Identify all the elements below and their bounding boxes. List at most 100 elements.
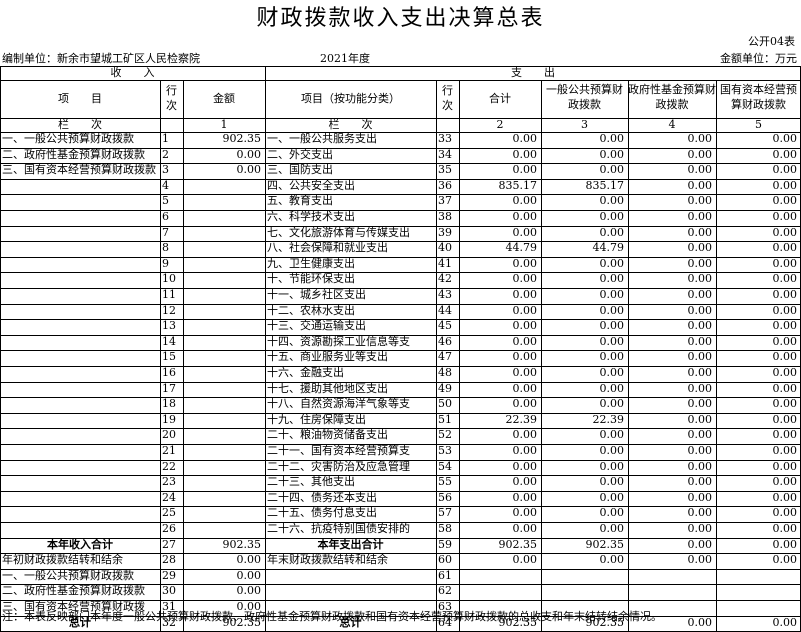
grid-line <box>0 179 801 180</box>
income-amount <box>183 428 265 444</box>
expense-line-no: 60 <box>438 553 452 567</box>
income-item: 一、一般公共预算财政拨款 <box>2 568 134 582</box>
income-line-no: 7 <box>162 225 169 239</box>
expense-total: 0.00 <box>512 288 538 301</box>
expense-item: 十九、住房保障支出 <box>267 412 366 426</box>
expense-total: 0.00 <box>512 147 538 161</box>
expense-total: 0.00 <box>512 225 538 239</box>
expense-total <box>459 584 541 600</box>
income-line-no: 14 <box>162 334 176 348</box>
expense-item: 四、公共安全支出 <box>267 178 355 192</box>
expense-section-header: 支 出 <box>511 66 555 79</box>
expense-general-budget: 0.00 <box>599 366 625 379</box>
grid-line <box>0 538 801 539</box>
grid-line <box>628 80 629 632</box>
expense-line-no: 58 <box>438 522 452 535</box>
grid-line <box>0 304 801 305</box>
column-label: 栏 次 <box>58 118 102 131</box>
income-amount <box>183 241 265 257</box>
grid-line <box>0 148 801 149</box>
expense-total: 0.00 <box>512 381 538 395</box>
expense-total: 835.17 <box>498 178 538 192</box>
income-line-no: 18 <box>162 397 176 411</box>
grid-line <box>0 272 801 273</box>
expense-item: 十一、城乡社区支出 <box>267 288 366 301</box>
expense-line-no: 42 <box>438 272 452 286</box>
grid-line <box>541 80 542 632</box>
expense-line-no: 37 <box>438 194 452 208</box>
expense-general-budget: 0.00 <box>599 490 625 504</box>
expense-total: 0.00 <box>512 428 538 442</box>
income-amount <box>183 506 265 522</box>
expense-soe-budget: 0.00 <box>772 475 798 489</box>
expense-total: 0.00 <box>512 132 538 145</box>
expense-total: 0.00 <box>512 475 538 489</box>
expense-total: 0.00 <box>512 444 538 457</box>
expense-item: 十二、农林水支出 <box>267 303 355 317</box>
expense-soe-budget: 0.00 <box>772 178 798 192</box>
grid-line <box>0 335 801 336</box>
expense-gov-fund: 0.00 <box>687 178 713 192</box>
grid-line <box>0 257 801 258</box>
expense-total: 0.00 <box>512 350 538 364</box>
expense-general-budget: 0.00 <box>599 522 625 535</box>
expense-soe-budget: 0.00 <box>772 272 798 286</box>
income-line-no: 23 <box>162 475 176 489</box>
income-line-no: 22 <box>162 459 176 473</box>
income-line-no: 8 <box>162 241 169 255</box>
expense-general-budget: 0.00 <box>599 303 625 317</box>
grid-line <box>0 506 801 507</box>
expense-soe-budget: 0.00 <box>772 132 798 145</box>
expense-line-no: 45 <box>438 319 452 333</box>
expense-gov-fund: 0.00 <box>687 490 713 504</box>
expense-item: 二、外交支出 <box>267 147 333 161</box>
income-amount <box>183 413 265 429</box>
amount-unit: 金额单位：万元 <box>720 52 797 65</box>
income-line-no: 13 <box>162 319 176 333</box>
expense-line-no: 38 <box>438 210 452 223</box>
income-amount <box>183 272 265 288</box>
grid-line <box>183 80 184 632</box>
expense-soe-budget: 0.00 <box>772 194 798 208</box>
income-amount <box>183 210 265 226</box>
expense-gov-fund: 0.00 <box>687 459 713 473</box>
income-item <box>0 413 160 429</box>
expense-total: 0.00 <box>512 522 538 535</box>
grid-line <box>0 397 801 398</box>
expense-general-budget: 0.00 <box>599 256 625 270</box>
expense-soe-budget: 0.00 <box>772 553 798 567</box>
expense-gov-fund: 0.00 <box>687 537 713 551</box>
expense-item: 十八、自然资源海洋气象等支 <box>267 397 410 411</box>
expense-line-no: 41 <box>438 256 452 270</box>
expense-line-no: 39 <box>438 225 452 239</box>
expense-total <box>459 569 541 585</box>
expense-line-no: 36 <box>438 178 452 192</box>
expense-gov-fund: 0.00 <box>687 241 713 255</box>
expense-item: 八、社会保障和就业支出 <box>267 241 388 255</box>
expense-item: 二十二、灾害防治及应急管理 <box>267 459 410 473</box>
header-item: 项 目 <box>58 92 102 105</box>
income-amount <box>183 179 265 195</box>
expense-soe-budget: 0.00 <box>772 459 798 473</box>
expense-soe-budget: 0.00 <box>772 225 798 239</box>
grid-line <box>0 66 801 67</box>
grid-line <box>0 350 801 351</box>
expense-gov-fund: 0.00 <box>687 428 713 442</box>
income-line-no: 3 <box>162 163 169 177</box>
income-amount <box>183 491 265 507</box>
expense-soe-budget <box>716 600 801 616</box>
expense-total: 0.00 <box>512 553 538 567</box>
grid-line <box>0 491 801 492</box>
expense-total: 44.79 <box>505 241 538 255</box>
income-item <box>0 304 160 320</box>
expense-line-no: 51 <box>438 412 452 426</box>
income-line-no: 26 <box>162 522 176 535</box>
expense-item: 五、教育支出 <box>267 194 333 208</box>
expense-item: 二十、粮油物资储备支出 <box>267 428 388 442</box>
expense-general-budget: 0.00 <box>599 475 625 489</box>
grid-line <box>0 553 801 554</box>
expense-soe-budget: 0.00 <box>772 210 798 223</box>
expense-general-budget: 0.00 <box>599 553 625 567</box>
grid-line <box>0 319 801 320</box>
expense-gov-fund: 0.00 <box>687 475 713 489</box>
